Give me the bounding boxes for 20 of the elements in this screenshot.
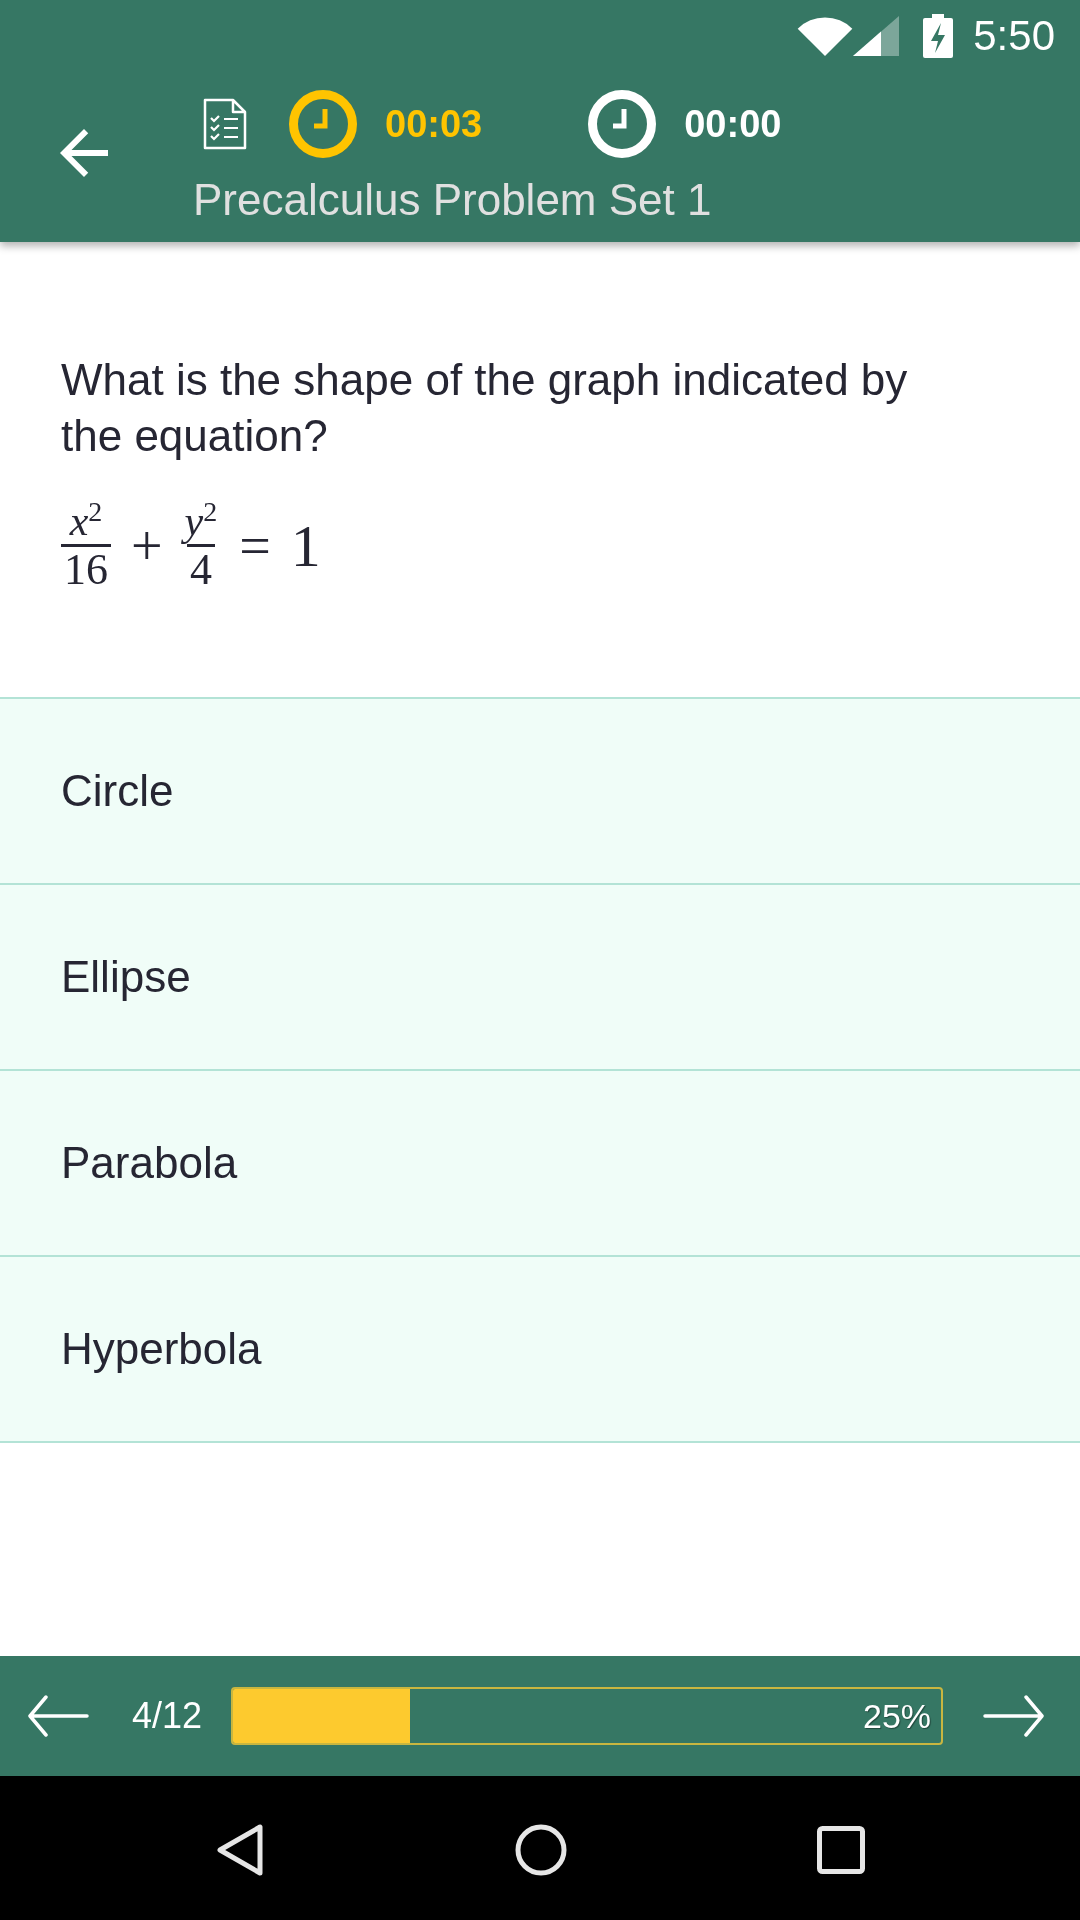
nav-back-icon[interactable] xyxy=(215,1823,265,1877)
back-arrow-icon[interactable] xyxy=(60,129,108,177)
previous-arrow-icon[interactable] xyxy=(27,1695,89,1737)
checklist-document-icon xyxy=(203,98,247,150)
answer-option[interactable]: Ellipse xyxy=(0,885,1080,1071)
nav-recents-icon[interactable] xyxy=(817,1826,865,1874)
timer-text: 00:00 xyxy=(684,102,782,146)
answer-option[interactable]: Parabola xyxy=(0,1071,1080,1257)
status-time: 5:50 xyxy=(973,12,1055,60)
nav-home-icon[interactable] xyxy=(515,1824,567,1876)
signal-icon xyxy=(853,16,900,56)
question-text: What is the shape of the graph indicated by the equation? xyxy=(61,354,909,462)
question-counter: 4/12 xyxy=(132,1694,203,1738)
answer-option[interactable]: Circle xyxy=(0,699,1080,885)
timer-text: 00:03 xyxy=(385,102,483,146)
problem-set-title: Precalculus Problem Set 1 xyxy=(193,174,713,226)
next-arrow-icon[interactable] xyxy=(983,1695,1046,1737)
progress-reading: 25% xyxy=(863,1696,933,1736)
answer-option[interactable]: Hyperbola xyxy=(0,1257,1080,1443)
battery-charging-icon xyxy=(923,14,954,58)
